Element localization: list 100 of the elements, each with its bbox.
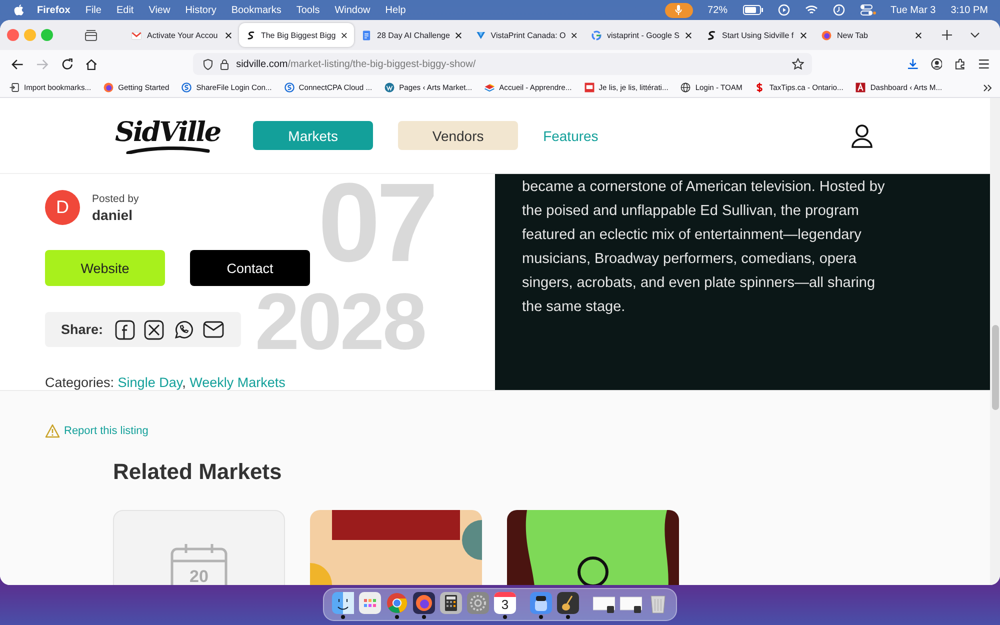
poster-image[interactable]: [507, 510, 679, 585]
close-icon[interactable]: [455, 32, 462, 38]
calendar-day: 20: [170, 567, 228, 585]
extensions-icon[interactable]: [954, 58, 966, 70]
close-icon[interactable]: [225, 32, 232, 38]
close-icon[interactable]: [915, 32, 922, 38]
scrollbar[interactable]: [990, 98, 1000, 585]
shield-icon[interactable]: [203, 58, 214, 70]
lock-icon[interactable]: [220, 58, 230, 70]
battery-percent: 72%: [708, 4, 728, 16]
microphone-icon: [675, 5, 682, 15]
close-icon[interactable]: [685, 32, 692, 38]
envelope-icon: [131, 30, 142, 40]
dollar-icon: [754, 82, 766, 93]
gear-icon: [467, 592, 489, 614]
tab[interactable]: vistaprint - Google S: [584, 23, 699, 47]
posted-by-label: Posted by: [92, 192, 139, 204]
poster-image[interactable]: [310, 510, 482, 585]
x-icon[interactable]: [144, 320, 164, 340]
reload-icon[interactable]: [60, 58, 74, 70]
jar-icon: [530, 592, 552, 614]
user-icon[interactable]: [851, 124, 873, 148]
app-menu[interactable]: Firefox: [37, 4, 70, 16]
microphone-button[interactable]: [664, 2, 693, 18]
menu-item[interactable]: History: [185, 4, 216, 16]
play-circle-icon[interactable]: [778, 4, 790, 16]
document-icon: [361, 30, 372, 40]
dock-app[interactable]: [530, 592, 552, 620]
address-field[interactable]: sidville.com/market-listing/the-big-biggest-biggy-show/: [193, 53, 812, 75]
dock-app[interactable]: [332, 592, 354, 620]
plus-icon[interactable]: [942, 30, 952, 40]
face-icon: [332, 592, 354, 614]
tab[interactable]: Activate Your Accou: [124, 23, 239, 47]
description-text: became a cornerstone of American television. Hosted by the poised and unflappable Ed Sullivan, the program featured an eclectic mix of entertainment—legendary musicians, Broadway performers, comedians, opera singers, acrobats, and even plate spinners—all sharing the same stage.: [522, 178, 886, 317]
share-label: Share:: [61, 322, 104, 337]
author-avatar: D: [45, 190, 80, 225]
menu-icon[interactable]: [978, 59, 990, 69]
square-logo-icon: [584, 82, 595, 93]
clock-icon[interactable]: [832, 4, 845, 16]
tab[interactable]: 28 Day AI Challenge: [354, 23, 469, 47]
nav-link[interactable]: Vendors: [398, 121, 518, 150]
fox-globe-icon: [103, 82, 114, 93]
home-icon[interactable]: [85, 58, 98, 70]
guitar-icon: [557, 592, 579, 614]
account-icon[interactable]: [930, 58, 942, 70]
fox-globe-icon: [413, 592, 435, 614]
close-icon[interactable]: [800, 32, 807, 38]
scrollbar-thumb[interactable]: [992, 325, 998, 410]
wifi-icon[interactable]: [804, 5, 818, 15]
squiggle-icon: [706, 30, 717, 40]
menu-item[interactable]: File: [85, 4, 102, 16]
globe-icon: [680, 82, 692, 93]
battery-icon[interactable]: [742, 5, 763, 15]
menubar-time[interactable]: 3:10 PM: [950, 4, 988, 16]
swirl-icon: [284, 82, 295, 93]
import-icon: [9, 82, 20, 93]
author-name: daniel: [92, 206, 134, 222]
colored-ring-icon: [591, 30, 602, 40]
layered-icon: [484, 82, 496, 93]
dock-app[interactable]: [386, 592, 408, 620]
menu-item[interactable]: Edit: [116, 4, 134, 16]
mail-icon[interactable]: [203, 321, 224, 338]
tab[interactable]: VistaPrint Canada: O: [469, 23, 584, 47]
categories-text: Categories: Single Day, Weekly Markets: [45, 375, 286, 390]
back-arrow-icon[interactable]: [11, 58, 24, 70]
double-chevron-icon[interactable]: [983, 84, 992, 92]
menu-item[interactable]: Tools: [296, 4, 320, 16]
close-icon[interactable]: [340, 32, 347, 38]
tab[interactable]: The Big Biggest Bigg: [239, 23, 354, 47]
letter-logo-icon: [855, 82, 866, 93]
dock-app[interactable]: [557, 592, 579, 620]
sidebar-icon[interactable]: [85, 30, 97, 40]
swirl-icon: [181, 82, 192, 93]
menu-item[interactable]: View: [148, 4, 170, 16]
menu-item[interactable]: Bookmarks: [231, 4, 282, 16]
menu-item[interactable]: Help: [385, 4, 406, 16]
triangle-icon: [476, 30, 486, 40]
close-window-icon[interactable]: [7, 29, 19, 41]
site-logo[interactable]: SidVille: [113, 116, 226, 154]
menubar-date[interactable]: Tue Mar 3: [890, 4, 936, 16]
fox-globe-icon: [821, 30, 832, 40]
website-button[interactable]: Website: [45, 250, 165, 286]
close-icon[interactable]: [570, 32, 577, 38]
facebook-icon[interactable]: [115, 320, 136, 340]
circle-logo-icon: [384, 82, 396, 93]
tab[interactable]: New Tab: [814, 23, 929, 47]
app-grid-icon: [359, 592, 381, 614]
menu-item[interactable]: Window: [334, 4, 370, 16]
tab[interactable]: Start Using Sidville f: [699, 23, 814, 47]
toggles-icon[interactable]: [860, 4, 876, 16]
apple-icon[interactable]: [14, 4, 24, 16]
chevron-down-icon[interactable]: [970, 32, 980, 38]
section-heading: Related Markets: [113, 458, 283, 486]
tricolor-circle-icon: [386, 592, 408, 614]
bookmark-star-icon[interactable]: [792, 58, 804, 70]
whatsapp-icon[interactable]: [173, 319, 194, 340]
squiggle-icon: [246, 30, 256, 40]
contact-button[interactable]: Contact: [190, 250, 310, 286]
download-icon[interactable]: [906, 58, 919, 70]
calculator-icon: [440, 592, 462, 614]
